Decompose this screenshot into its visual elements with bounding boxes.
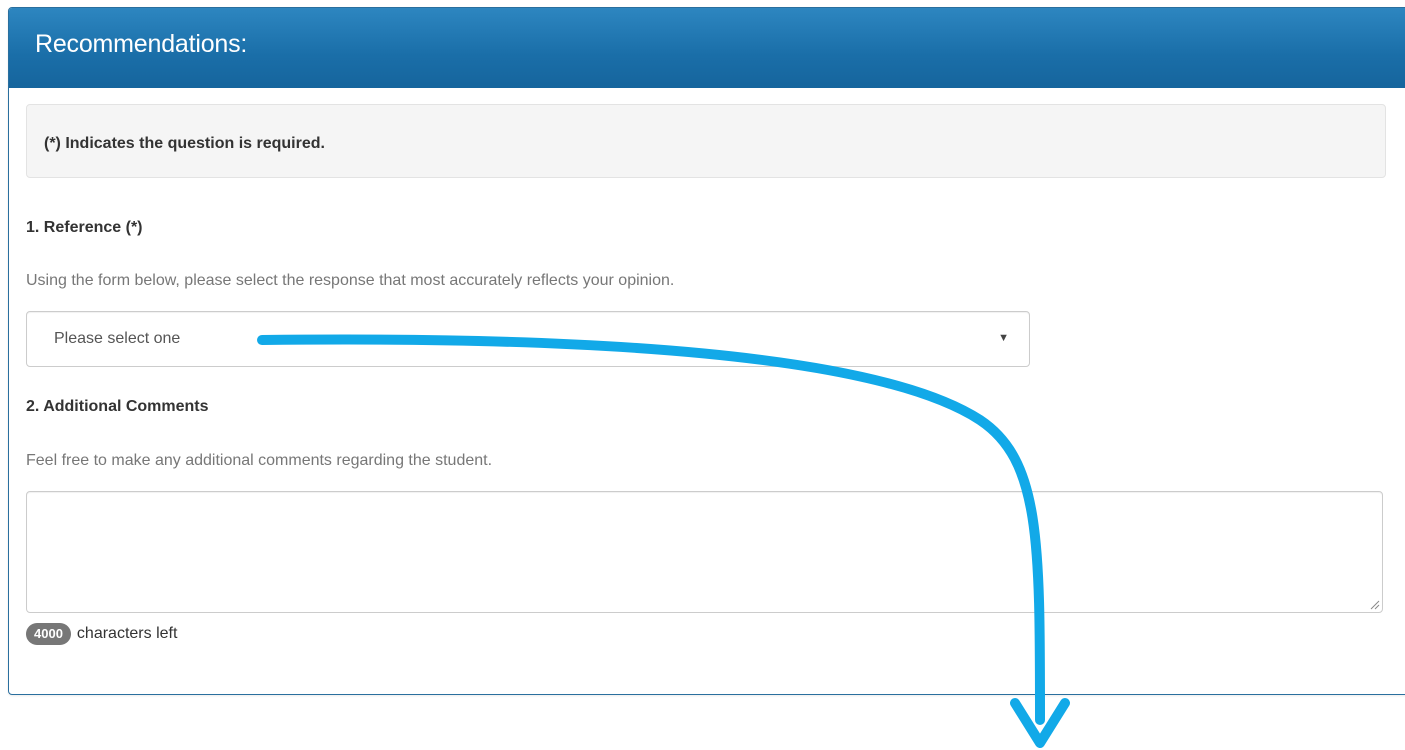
character-count-badge: 4000 — [26, 623, 71, 645]
question-1-help: Using the form below, please select the … — [26, 272, 675, 289]
additional-comments-textarea[interactable] — [26, 491, 1383, 613]
resize-handle-icon[interactable] — [1368, 598, 1380, 610]
panel-heading: Recommendations: — [9, 8, 1405, 88]
character-count-label: characters left — [76, 625, 178, 642]
required-notice-text: (*) Indicates the question is required. — [44, 135, 325, 152]
question-2-help: Feel free to make any additional comment… — [26, 452, 493, 469]
character-counter: 4000 characters left — [26, 621, 177, 647]
required-notice: (*) Indicates the question is required. — [26, 104, 1386, 178]
question-2-label: 2. Additional Comments — [26, 398, 209, 415]
reference-select[interactable]: Please select one ▼ — [26, 311, 1030, 367]
reference-select-value: Please select one — [54, 330, 181, 347]
caret-down-icon: ▼ — [998, 332, 1009, 344]
question-1-label: 1. Reference (*) — [26, 219, 143, 236]
panel-title: Recommendations: — [35, 30, 248, 58]
